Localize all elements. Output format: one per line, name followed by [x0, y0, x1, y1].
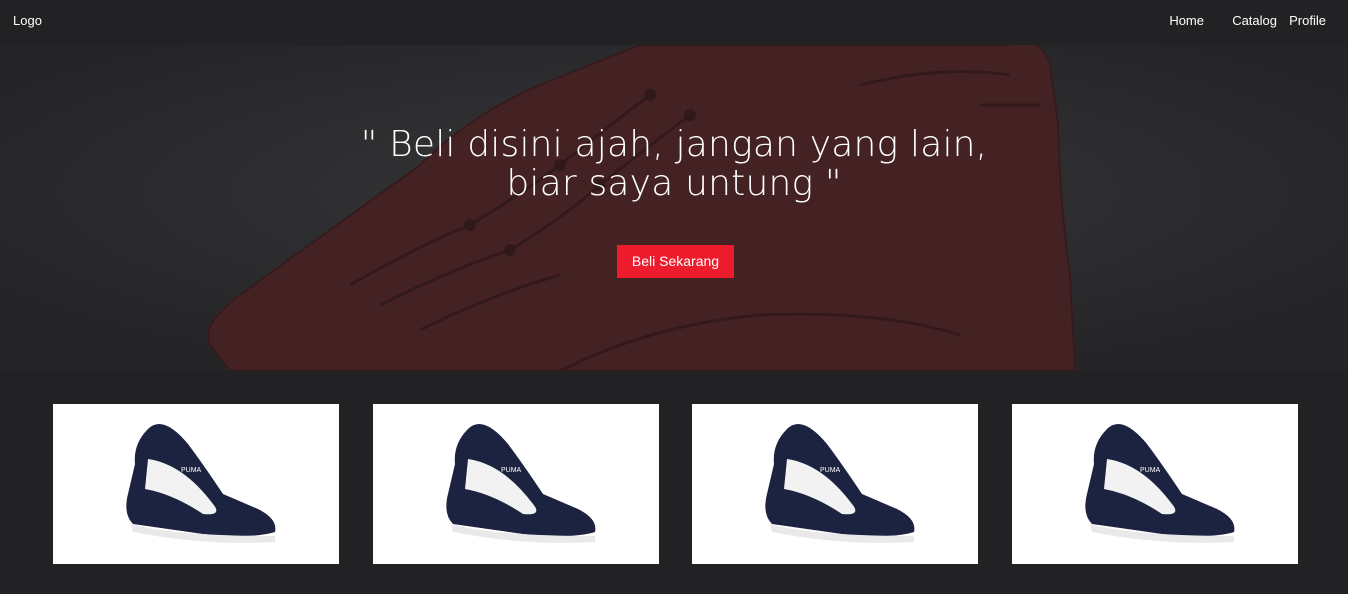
navbar: Logo Home Catalog Profile	[0, 0, 1348, 45]
product-card[interactable]: PUMA	[53, 404, 339, 564]
product-image: PUMA	[765, 424, 915, 543]
product-brand-mark: PUMA	[181, 467, 202, 474]
hero-overlay	[0, 45, 1348, 371]
nav-link-home[interactable]: Home	[1169, 13, 1204, 29]
nav-link-profile[interactable]: Profile	[1289, 13, 1326, 29]
hero-banner: " Beli disini ajah, jangan yang lain, bi…	[0, 45, 1348, 371]
nav-link-catalog[interactable]: Catalog	[1232, 13, 1277, 29]
product-brand-mark: PUMA	[1140, 467, 1161, 474]
product-brand-mark: PUMA	[820, 467, 841, 474]
buy-now-button[interactable]: Beli Sekarang	[617, 245, 734, 278]
product-image: PUMA	[126, 424, 276, 543]
product-image: PUMA	[446, 424, 596, 543]
product-grid: PUMA PUMA PUMA PUMA	[0, 371, 1348, 594]
product-card[interactable]: PUMA	[1012, 404, 1298, 564]
logo[interactable]: Logo	[13, 13, 42, 29]
product-brand-mark: PUMA	[501, 467, 522, 474]
product-image: PUMA	[1085, 424, 1235, 543]
hero-quote: " Beli disini ajah, jangan yang lain, bi…	[360, 124, 988, 204]
product-card[interactable]: PUMA	[692, 404, 978, 564]
product-card[interactable]: PUMA	[373, 404, 659, 564]
